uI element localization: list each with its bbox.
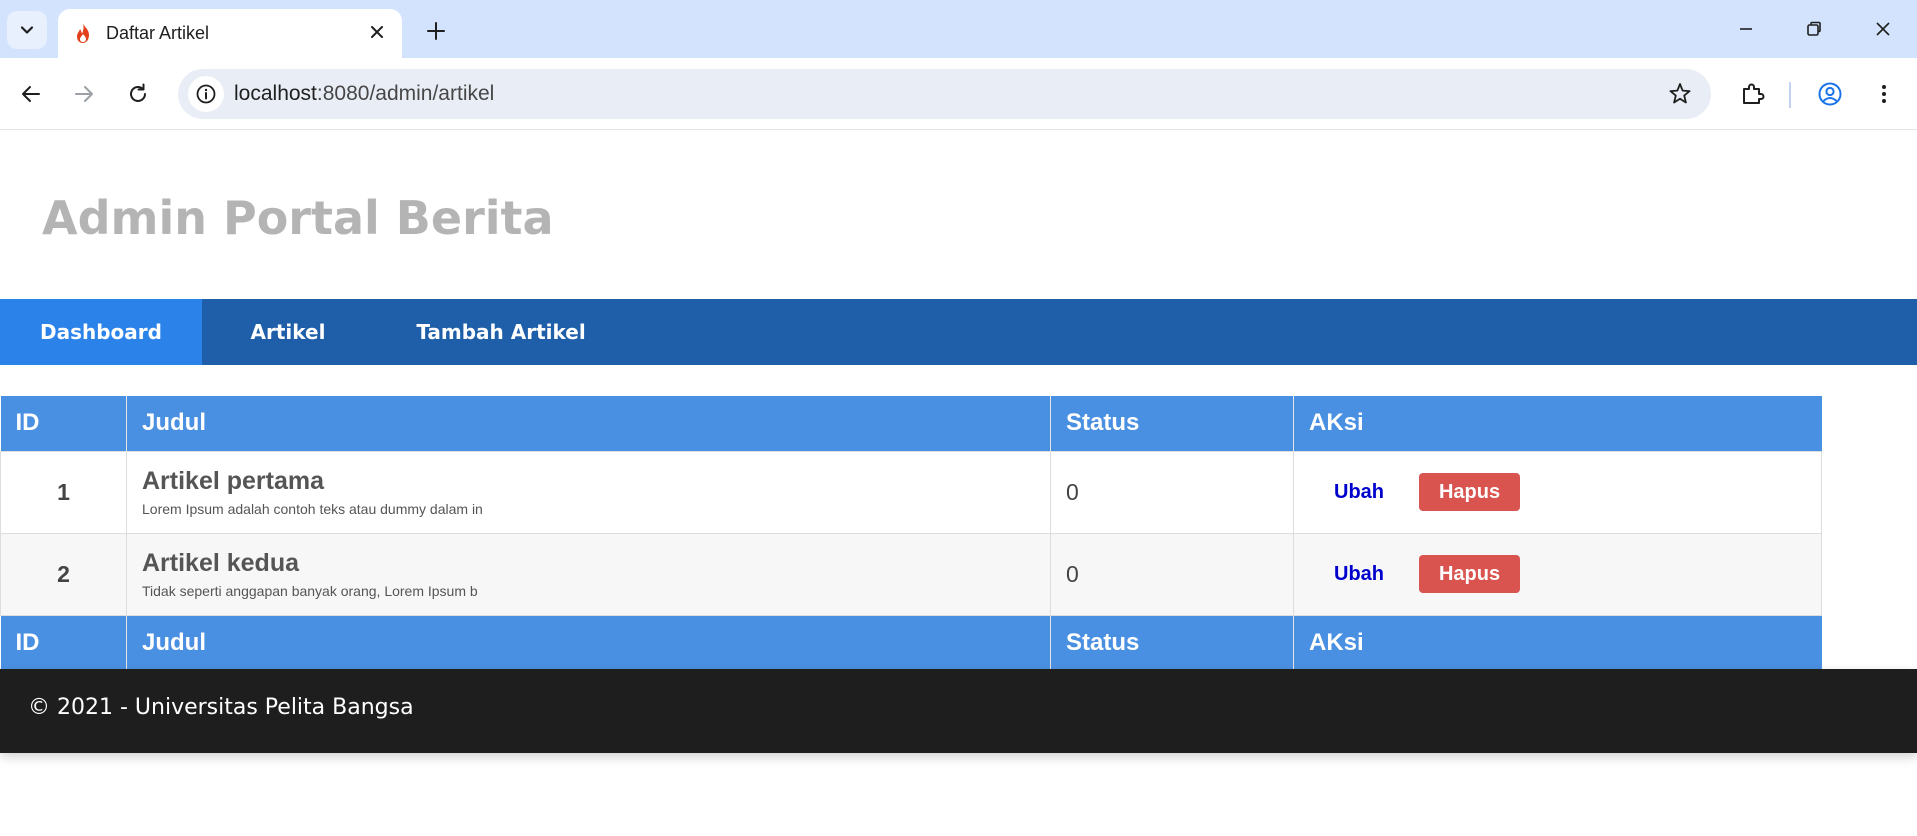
star-icon[interactable] <box>1667 81 1693 107</box>
chevron-down-icon <box>20 26 34 34</box>
minimize-icon <box>1740 28 1752 30</box>
tab-title: Daftar Artikel <box>106 23 210 43</box>
footer-header-judul: Judul <box>126 615 1051 670</box>
site-footer: © 2021 - Universitas Pelita Bangsa <box>0 669 1917 753</box>
toolbar-divider <box>1789 82 1791 108</box>
close-icon <box>1876 22 1890 36</box>
table-foot: ID Judul Status AKsi <box>0 615 1822 670</box>
articles-table: ID Judul Status AKsi 1 Artikel pertama L… <box>0 396 1822 670</box>
tab-search-button[interactable] <box>7 11 47 49</box>
account-circle-icon <box>1818 82 1842 106</box>
url-text[interactable]: localhost:8080/admin/artikel <box>234 81 494 107</box>
article-title: Artikel pertama <box>142 467 325 495</box>
row-actions: Ubah Hapus <box>1293 532 1822 616</box>
plus-icon <box>427 22 445 40</box>
url-host: localhost <box>234 82 317 105</box>
edit-button[interactable]: Ubah <box>1309 473 1409 511</box>
edit-button[interactable]: Ubah <box>1309 555 1409 593</box>
row-status: 0 <box>1050 532 1294 616</box>
row-id: 2 <box>0 532 127 616</box>
table-row: 1 Artikel pertama Lorem Ipsum adalah con… <box>0 450 1822 534</box>
info-icon <box>196 84 216 104</box>
restore-button[interactable] <box>1796 14 1832 44</box>
article-title: Artikel kedua <box>142 549 300 577</box>
browser-menu-button[interactable] <box>1866 76 1902 112</box>
header-aksi: AKsi <box>1293 396 1822 451</box>
table-header-row: ID Judul Status AKsi <box>0 396 1822 451</box>
main-nav: Dashboard Artikel Tambah Artikel <box>0 299 1917 365</box>
footer-header-id: ID <box>0 615 127 670</box>
table-row: 2 Artikel kedua Tidak seperti anggapan b… <box>0 532 1822 616</box>
footer-header-status: Status <box>1050 615 1294 670</box>
table-head: ID Judul Status AKsi <box>0 396 1822 451</box>
article-excerpt: Tidak seperti anggapan banyak orang, Lor… <box>142 583 478 599</box>
row-id: 1 <box>0 450 127 534</box>
browser-tab-active[interactable]: Daftar Artikel <box>58 9 402 58</box>
header-status: Status <box>1050 396 1294 451</box>
table-footer-row: ID Judul Status AKsi <box>0 615 1822 670</box>
browser-tab-bar: Daftar Artikel <box>0 0 1917 58</box>
nav-item-tambah-artikel[interactable]: Tambah Artikel <box>374 299 628 365</box>
footer-copyright: © 2021 - Universitas Pelita Bangsa <box>28 695 414 720</box>
nav-item-artikel[interactable]: Artikel <box>202 299 374 365</box>
footer-header-aksi: AKsi <box>1293 615 1822 670</box>
profile-button[interactable] <box>1812 76 1848 112</box>
nav-item-dashboard[interactable]: Dashboard <box>0 299 202 365</box>
article-excerpt: Lorem Ipsum adalah contoh teks atau dumm… <box>142 501 483 517</box>
header-judul: Judul <box>126 396 1051 451</box>
browser-toolbar: localhost:8080/admin/artikel <box>0 58 1917 130</box>
extensions-button[interactable] <box>1734 76 1770 112</box>
flame-icon <box>77 23 89 43</box>
page-content: Admin Portal Berita Dashboard Artikel Ta… <box>0 131 1917 836</box>
url-path: :8080/admin/artikel <box>316 82 495 105</box>
restore-icon <box>1807 21 1821 36</box>
puzzle-icon <box>1743 83 1765 104</box>
site-title: Admin Portal Berita <box>42 191 554 245</box>
address-bar[interactable]: localhost:8080/admin/artikel <box>178 69 1711 119</box>
forward-button[interactable] <box>66 76 102 112</box>
row-status: 0 <box>1050 450 1294 534</box>
minimize-button[interactable] <box>1728 14 1764 44</box>
delete-button[interactable]: Hapus <box>1419 473 1520 511</box>
arrow-right-icon <box>75 86 93 102</box>
new-tab-button[interactable] <box>420 18 452 44</box>
row-judul: Artikel kedua Tidak seperti anggapan ban… <box>126 532 1051 616</box>
row-actions: Ubah Hapus <box>1293 450 1822 534</box>
back-button[interactable] <box>13 76 49 112</box>
table-body: 1 Artikel pertama Lorem Ipsum adalah con… <box>0 450 1822 616</box>
arrow-left-icon <box>22 86 40 102</box>
close-window-button[interactable] <box>1865 14 1901 44</box>
reload-icon <box>130 83 146 102</box>
header-id: ID <box>0 396 127 451</box>
site-info-button[interactable] <box>188 76 224 112</box>
row-judul: Artikel pertama Lorem Ipsum adalah conto… <box>126 450 1051 534</box>
reload-button[interactable] <box>120 76 156 112</box>
close-icon[interactable] <box>366 21 388 43</box>
kebab-menu-icon <box>1882 85 1886 103</box>
delete-button[interactable]: Hapus <box>1419 555 1520 593</box>
